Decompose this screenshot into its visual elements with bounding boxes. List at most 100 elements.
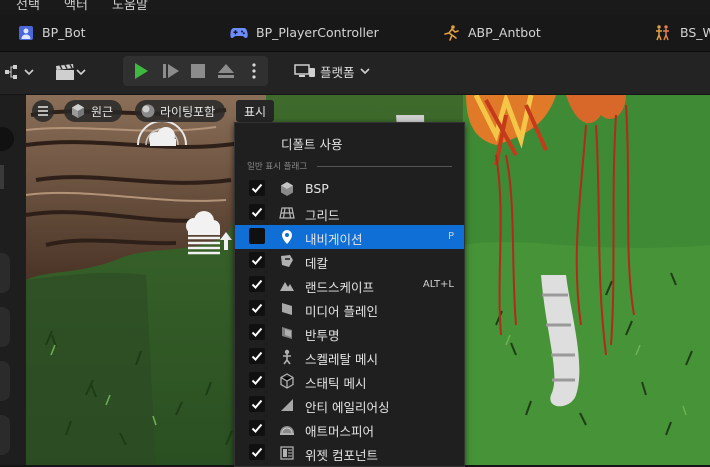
show-flag-item[interactable]: 미디어 플레인 [235, 297, 464, 321]
menu-help[interactable]: 도움말 [112, 0, 148, 13]
checkmark-icon [251, 255, 263, 265]
menu-actor[interactable]: 액터 [64, 0, 88, 13]
use-defaults-label: 디폴트 사용 [281, 136, 343, 152]
platforms-icon [294, 64, 315, 77]
checkmark-icon [251, 423, 263, 433]
show-flag-item[interactable]: 스켈레탈 메시 [235, 345, 464, 369]
checkbox[interactable] [249, 348, 265, 364]
show-flag-label: 안티 에일리어싱 [305, 400, 390, 415]
show-flag-label: 반투명 [305, 328, 340, 343]
side-button[interactable] [0, 253, 10, 293]
atmosphere-icon [279, 421, 295, 437]
cinematics-button[interactable] [50, 60, 90, 84]
show-flag-label: BSP [305, 181, 329, 196]
show-flag-item[interactable]: 스태틱 메시 [235, 369, 464, 393]
show-flag-item[interactable]: 데칼 [235, 249, 464, 273]
tab-label: ABP_Antbot [468, 25, 541, 40]
menu-select[interactable]: 선택 [16, 0, 40, 13]
show-flag-item[interactable]: 애트머스피어 [235, 417, 464, 441]
use-defaults-item[interactable]: 디폴트 사용 [235, 123, 464, 163]
platforms-button[interactable]: 플랫폼 [294, 60, 372, 82]
shortcut-label: ALT+L [422, 279, 454, 290]
tab-bs-w[interactable]: BS_W [654, 14, 710, 51]
perspective-label: 원근 [91, 104, 114, 119]
cube-icon [72, 104, 84, 118]
checkbox[interactable] [249, 372, 265, 388]
translucency-icon [279, 325, 295, 341]
show-flag-label: 랜드스케이프 [305, 280, 375, 295]
viewport-options-button[interactable] [32, 100, 54, 122]
platforms-label: 플랫폼 [320, 64, 355, 80]
side-button[interactable] [0, 415, 10, 455]
advance-frame-button[interactable] [160, 60, 182, 82]
shortcut-label: P [447, 231, 454, 242]
eject-button[interactable] [214, 60, 238, 82]
animation-figure-icon [444, 24, 459, 41]
show-flag-item[interactable]: 내비게이션 P [235, 225, 464, 249]
checkbox[interactable] [249, 324, 265, 340]
checkbox[interactable] [249, 396, 265, 412]
left-panel-strip [0, 95, 26, 465]
tab-label: BP_Bot [42, 25, 86, 40]
show-flag-label: 스태틱 메시 [305, 376, 367, 391]
checkbox[interactable] [249, 276, 265, 292]
section-divider [317, 165, 452, 167]
show-flag-item[interactable]: BSP [235, 177, 464, 201]
show-button[interactable]: 표시 [236, 100, 274, 122]
clapperboard-icon [56, 64, 74, 80]
checkbox[interactable] [249, 228, 265, 244]
checkmark-icon [251, 351, 263, 361]
side-toggle[interactable] [0, 127, 14, 151]
tab-bp-bot[interactable]: BP_Bot [18, 14, 86, 51]
show-flag-item[interactable]: 그리드 [235, 201, 464, 225]
stop-button[interactable] [187, 60, 209, 82]
checkbox[interactable] [249, 180, 265, 196]
side-tab[interactable] [0, 165, 4, 189]
checkmark-icon [251, 375, 263, 385]
node-graph-icon [5, 65, 17, 79]
antialiasing-icon [279, 397, 295, 413]
tab-bp-playercontroller[interactable]: BP_PlayerController [230, 14, 379, 51]
menu-bar: 선택 액터 도움말 [0, 0, 710, 14]
checkmark-icon [251, 183, 263, 193]
show-flag-item[interactable]: 안티 에일리어싱 [235, 393, 464, 417]
show-flag-label: 데칼 [305, 256, 329, 271]
widget-icon [279, 445, 295, 461]
show-flag-label: 그리드 [305, 208, 340, 223]
checkmark-icon [251, 279, 263, 289]
lit-sphere-icon [141, 104, 155, 118]
chevron-down-icon [24, 69, 34, 76]
side-button[interactable] [0, 307, 10, 347]
location-pin-icon [279, 229, 295, 245]
checkbox[interactable] [249, 420, 265, 436]
lighting-label: 라이팅포함 [160, 104, 216, 119]
checkmark-icon [251, 303, 263, 313]
perspective-button[interactable]: 원근 [64, 100, 122, 122]
media-plane-icon [279, 301, 295, 317]
play-button[interactable] [130, 60, 152, 82]
side-button[interactable] [0, 361, 10, 401]
checkbox[interactable] [249, 252, 265, 268]
show-flag-label: 애트머스피어 [305, 424, 375, 439]
view-mode-button[interactable]: 라이팅포함 [135, 100, 225, 122]
document-tab-bar: BP_Bot BP_PlayerController ABP_Antbot BS… [0, 14, 710, 52]
play-options-button[interactable] [245, 60, 263, 82]
show-flag-item[interactable]: 랜드스케이프 ALT+L [235, 273, 464, 297]
checkmark-icon [251, 207, 263, 217]
more-vertical-icon [252, 63, 256, 79]
chevron-down-icon [359, 68, 370, 75]
checkbox[interactable] [249, 300, 265, 316]
show-flag-label: 스켈레탈 메시 [305, 352, 378, 367]
checkmark-icon [251, 327, 263, 337]
show-flag-item[interactable]: 위젯 컴포넌트 [235, 441, 464, 465]
checkbox[interactable] [249, 444, 265, 460]
person-blueprint-icon [19, 25, 33, 40]
mode-selector-button[interactable] [2, 62, 36, 82]
decal-icon [279, 253, 295, 269]
show-flag-item[interactable]: 반투명 [235, 321, 464, 345]
show-flag-label: 내비게이션 [305, 232, 363, 247]
cube-icon [279, 181, 295, 197]
checkbox[interactable] [249, 204, 265, 220]
tab-label: BS_W [680, 25, 710, 40]
tab-abp-antbot[interactable]: ABP_Antbot [442, 14, 541, 51]
